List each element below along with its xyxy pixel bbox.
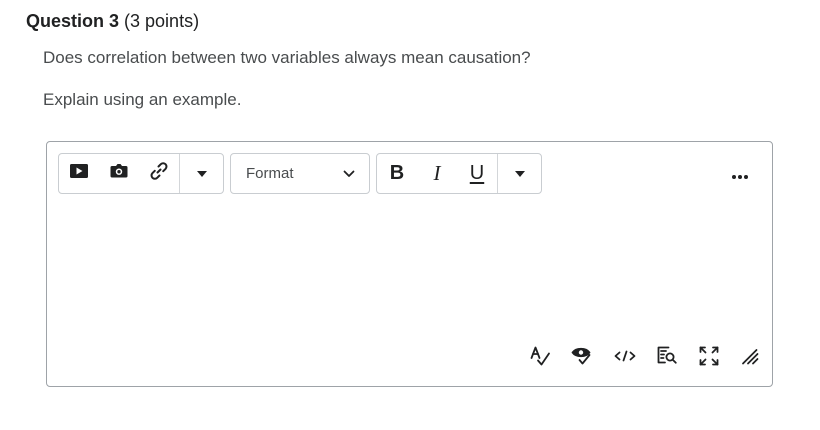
spellcheck-icon [529,345,551,372]
underline-button[interactable]: U [457,154,497,193]
preview-icon [656,345,678,372]
italic-icon: I [433,161,441,185]
resize-handle[interactable] [738,346,762,370]
rich-text-editor[interactable]: Format B I U [46,141,773,387]
video-icon [69,163,89,184]
bold-icon: B [389,162,405,184]
bold-button[interactable]: B [377,154,417,193]
insert-video-button[interactable] [59,154,99,193]
spellcheck-button[interactable] [528,346,552,370]
format-dropdown[interactable]: Format [230,153,370,194]
more-actions-button[interactable] [723,166,757,186]
insert-more-button[interactable] [180,154,223,193]
insert-toolbar-group [58,153,224,194]
fullscreen-button[interactable] [697,346,721,370]
ellipsis-icon [730,167,750,185]
preview-button[interactable] [655,346,679,370]
accessibility-checker-button[interactable] [570,346,594,370]
accessibility-checker-icon [571,345,593,372]
caret-down-icon [514,170,525,177]
question-text: Does correlation between two variables a… [43,48,531,67]
insert-image-button[interactable] [99,154,139,193]
text-more-button[interactable] [498,154,541,193]
fullscreen-icon [698,345,720,372]
question-title: Question 3 [26,11,120,31]
question-header: Question 3 (3 points) [26,11,199,32]
resize-handle-icon [740,346,760,371]
italic-button[interactable]: I [417,154,457,193]
underline-icon: U [469,162,485,184]
link-icon [149,161,169,186]
text-style-toolbar-group: B I U [376,153,542,194]
chevron-down-icon [343,165,369,183]
source-code-icon [614,349,636,368]
caret-down-icon [196,170,207,177]
format-dropdown-label: Format [246,165,294,182]
insert-link-button[interactable] [139,154,179,193]
question-instruction: Explain using an example. [43,90,242,109]
source-code-button[interactable] [613,346,637,370]
question-points: (3 points) [124,11,200,31]
camera-icon [109,163,129,184]
